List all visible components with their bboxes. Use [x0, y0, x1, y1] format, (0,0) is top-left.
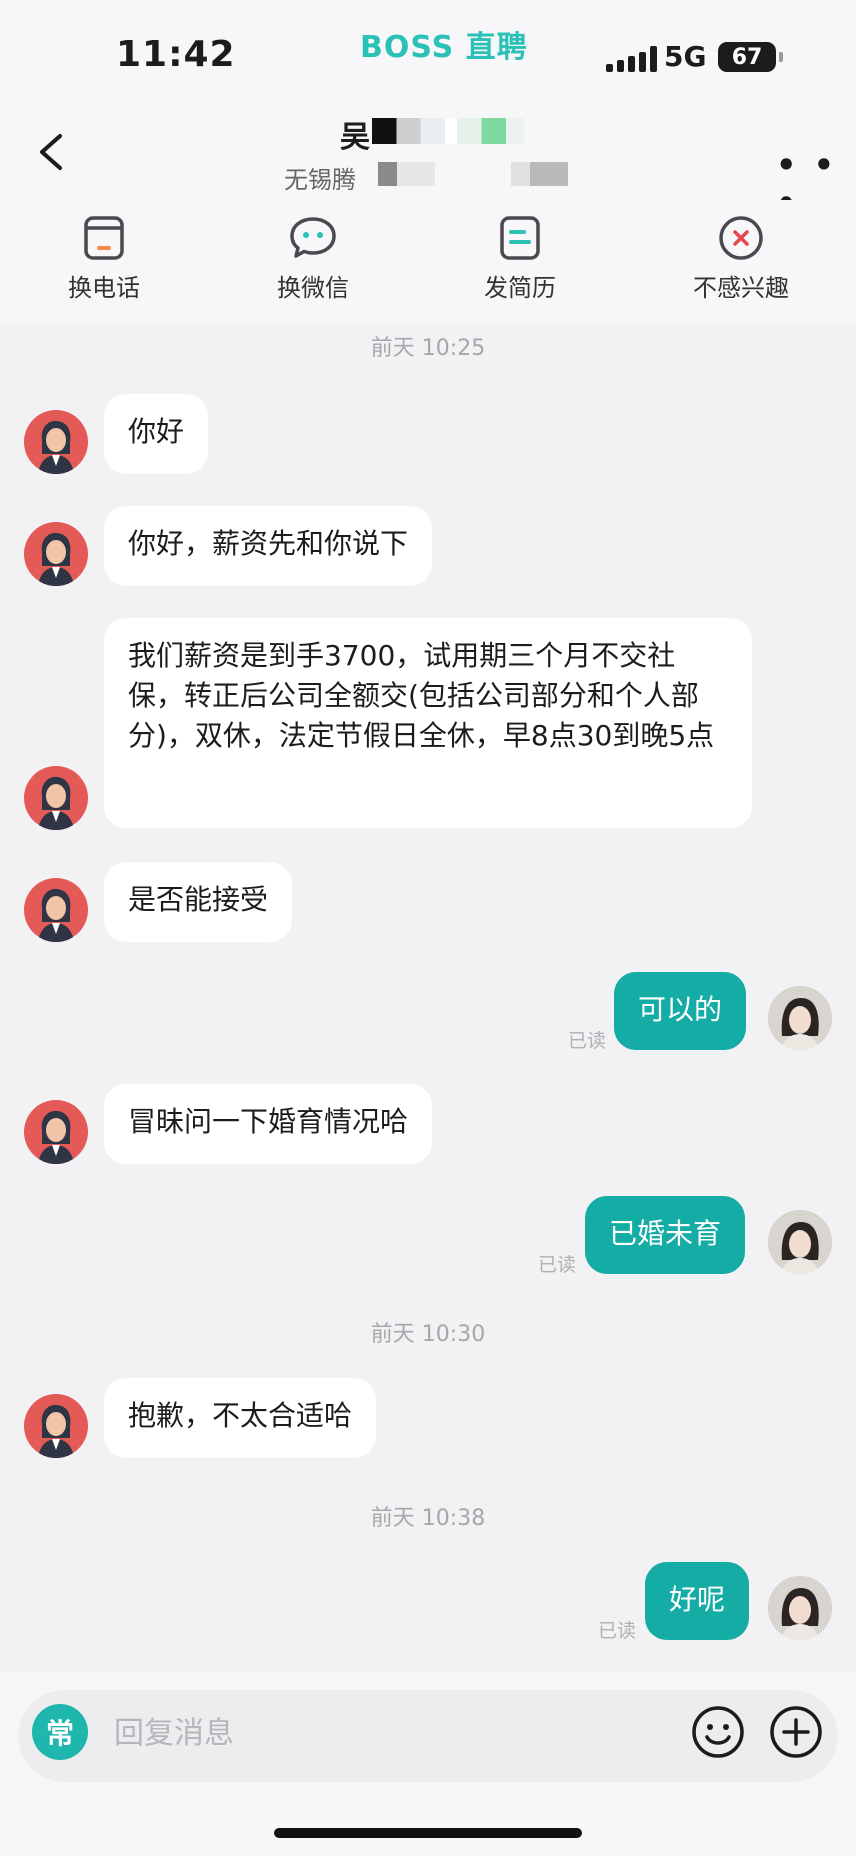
avatar-illustration: [38, 532, 74, 586]
avatar-illustration: [38, 1404, 74, 1458]
read-receipt: 已读: [538, 1254, 577, 1276]
add-plus-icon[interactable]: [768, 1704, 824, 1760]
recruiter-avatar[interactable]: [24, 766, 88, 830]
recruiter-avatar[interactable]: [24, 522, 88, 586]
network-type: 5G: [664, 40, 707, 73]
avatar-illustration: [38, 776, 74, 830]
close-circle-icon: [719, 216, 763, 260]
message-bubble: 抱歉，不太合适哈: [104, 1378, 377, 1458]
battery-tip: [779, 52, 783, 62]
avatar-illustration: [38, 1110, 74, 1164]
recruiter-avatar[interactable]: [24, 1394, 88, 1458]
message-bubble-self: 已婚未育: [585, 1196, 746, 1274]
battery-icon: 67: [718, 42, 776, 72]
home-indicator: [274, 1828, 582, 1838]
recruiter-avatar[interactable]: [24, 410, 88, 474]
message-bubble-self: 好呢: [645, 1562, 750, 1640]
timestamp: 前天 10:30: [370, 1322, 486, 1347]
user-avatar[interactable]: [768, 1210, 832, 1274]
timestamp: 前天 10:25: [370, 336, 486, 361]
reply-input[interactable]: [112, 1706, 656, 1760]
message-bubble: 冒昧问一下婚育情况哈: [104, 1084, 433, 1164]
back-icon[interactable]: [32, 130, 72, 174]
recruiter-avatar[interactable]: [24, 1100, 88, 1164]
action-label: 不感兴趣: [693, 274, 789, 302]
read-receipt: 已读: [598, 1620, 637, 1642]
resume-icon: [500, 216, 540, 260]
app-brand: BOSS 直聘: [360, 30, 528, 65]
avatar-photo: [768, 1210, 832, 1274]
contact-name: 吴: [340, 120, 370, 155]
user-avatar[interactable]: [768, 1576, 832, 1640]
action-label: 换电话: [68, 274, 140, 302]
action-not-interested[interactable]: 不感兴趣: [670, 214, 812, 303]
message-bubble: 你好: [104, 394, 209, 474]
message-bubble: 我们薪资是到手3700，试用期三个月不交社保，转正后公司全额交(包括公司部分和个…: [104, 618, 752, 828]
avatar-illustration: [38, 420, 74, 474]
quick-reply-button[interactable]: 常: [32, 1704, 88, 1760]
action-exchange-phone[interactable]: 换电话: [34, 214, 174, 303]
phone-card-icon: [84, 216, 124, 260]
read-receipt: 已读: [568, 1030, 607, 1052]
signal-icon: [606, 46, 657, 72]
message-bubble-self: 可以的: [614, 972, 747, 1050]
timestamp: 前天 10:38: [370, 1506, 486, 1531]
name-redaction: [372, 118, 524, 144]
wechat-bubble-icon: [290, 217, 336, 258]
action-send-resume[interactable]: 发简历: [450, 214, 590, 303]
emoji-icon[interactable]: [690, 1704, 746, 1760]
company-redaction: [378, 162, 568, 186]
user-avatar[interactable]: [768, 986, 832, 1050]
action-exchange-wechat[interactable]: 换微信: [243, 214, 383, 303]
avatar-photo: [768, 1576, 832, 1640]
avatar-photo: [768, 986, 832, 1050]
action-label: 发简历: [484, 274, 556, 302]
recruiter-avatar[interactable]: [24, 878, 88, 942]
avatar-illustration: [38, 888, 74, 942]
status-time: 11:42: [116, 34, 236, 75]
contact-company: 无锡腾: [284, 166, 356, 194]
action-label: 换微信: [277, 274, 349, 302]
message-bubble: 是否能接受: [104, 862, 293, 942]
message-bubble: 你好，薪资先和你说下: [104, 506, 433, 586]
